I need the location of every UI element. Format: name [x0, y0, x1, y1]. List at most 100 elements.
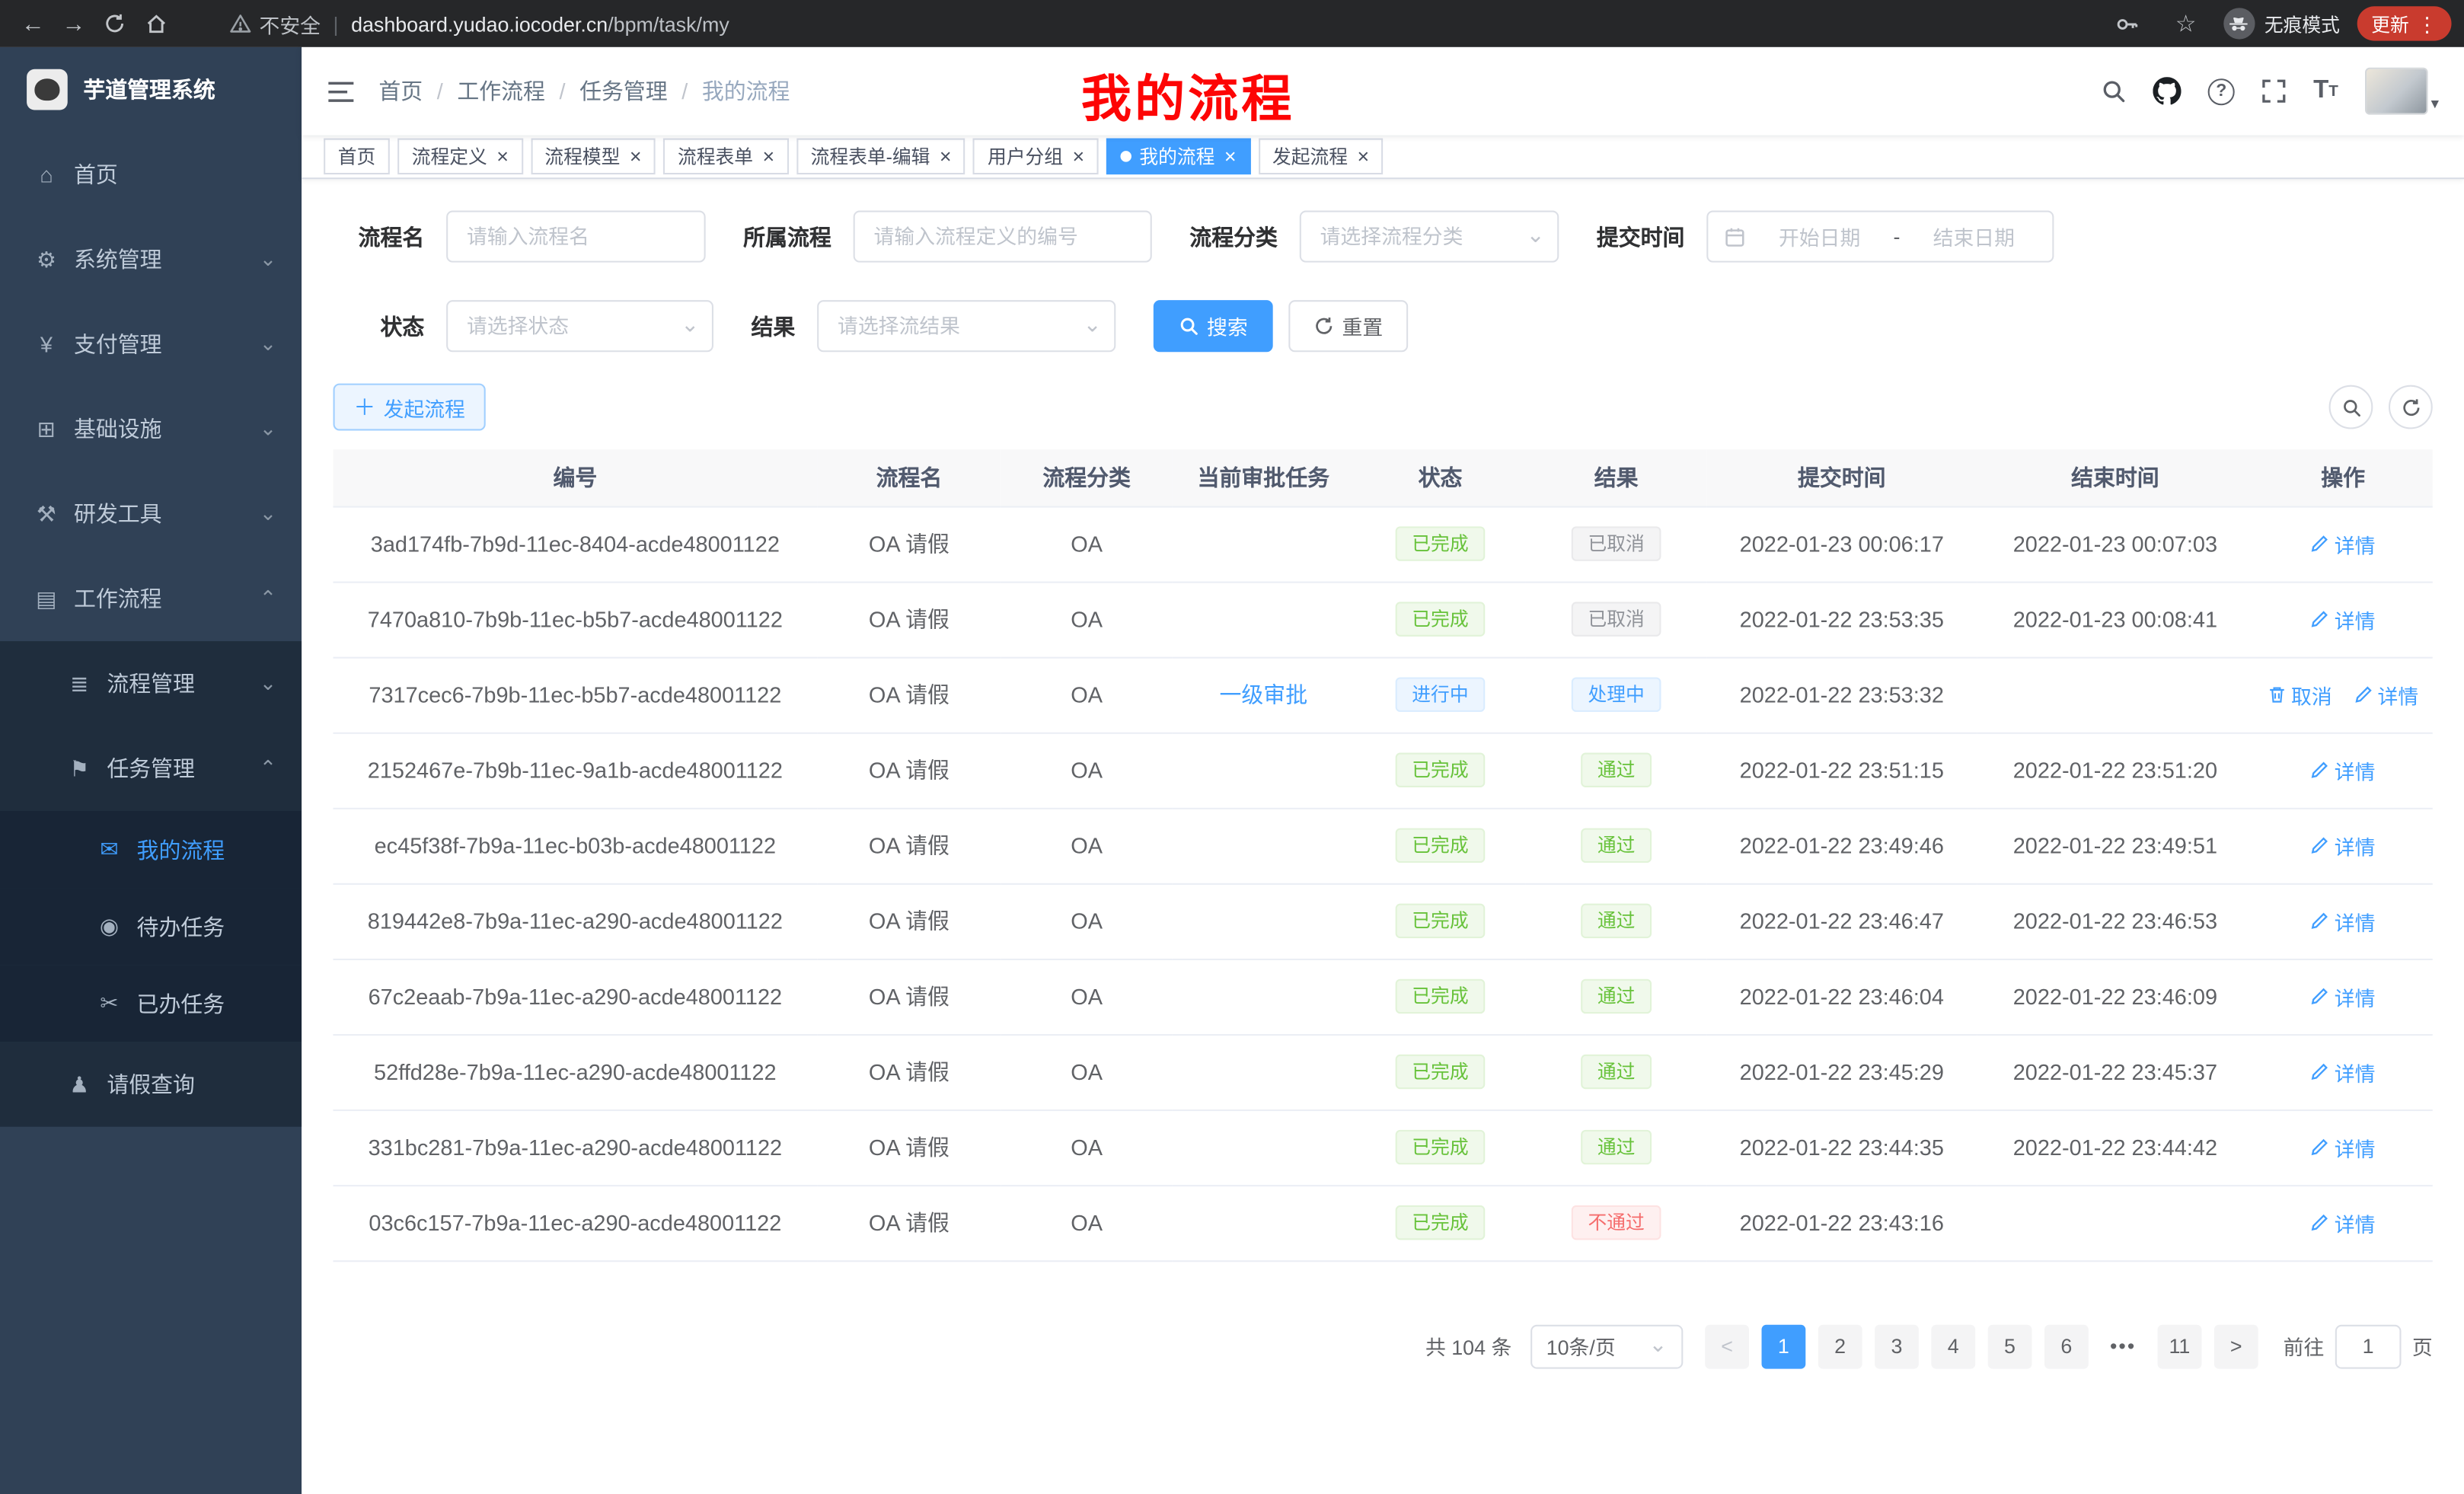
cell-submit-time: 2022-01-22 23:51:15: [1706, 733, 1977, 808]
process-def-input[interactable]: [854, 211, 1152, 263]
process-name-input[interactable]: [446, 211, 706, 263]
back-icon[interactable]: ←: [13, 5, 54, 43]
tab-3[interactable]: 流程模型×: [531, 139, 656, 174]
security-status[interactable]: 不安全: [229, 8, 321, 38]
reload-icon[interactable]: [94, 5, 136, 43]
breadcrumb-item[interactable]: 工作流程: [457, 75, 545, 107]
sidebar-item-11[interactable]: ✂已办任务: [0, 965, 302, 1042]
close-icon[interactable]: ×: [1357, 146, 1369, 167]
cancel-link[interactable]: 取消: [2268, 680, 2332, 710]
tab-5[interactable]: 流程表单-编辑×: [796, 139, 965, 174]
main-area: 首页/工作流程/任务管理/我的流程 ? TT: [302, 47, 2464, 1494]
search-button[interactable]: 搜索: [1154, 300, 1273, 352]
tab-2[interactable]: 流程定义×: [397, 139, 522, 174]
result-select[interactable]: [817, 300, 1116, 352]
breadcrumb-item[interactable]: 我的流程: [702, 75, 790, 107]
sidebar-item-3[interactable]: ¥支付管理⌄: [0, 302, 302, 386]
font-size-icon[interactable]: TT: [2313, 77, 2338, 105]
detail-link[interactable]: 详情: [2354, 680, 2419, 710]
sidebar-item-5[interactable]: ⚒研发工具⌄: [0, 471, 302, 556]
sidebar-item-label: 系统管理: [74, 244, 162, 275]
app-logo[interactable]: 芋道管理系统: [0, 47, 302, 132]
breadcrumb-item[interactable]: 任务管理: [579, 75, 668, 107]
pagination-page-2[interactable]: 2: [1818, 1324, 1862, 1368]
tab-4[interactable]: 流程表单×: [663, 139, 788, 174]
user-menu[interactable]: ▾: [2365, 68, 2439, 115]
current-task-link[interactable]: 一级审批: [1220, 682, 1308, 707]
pagination-page-1[interactable]: 1: [1761, 1324, 1805, 1368]
detail-link[interactable]: 详情: [2311, 906, 2376, 936]
sidebar-item-4[interactable]: ⊞基础设施⌄: [0, 387, 302, 471]
fullscreen-icon[interactable]: [2261, 78, 2287, 104]
breadcrumb-item[interactable]: 首页: [378, 75, 423, 107]
pagination-page-5[interactable]: 5: [1988, 1324, 2032, 1368]
status-select[interactable]: [446, 300, 713, 352]
search-icon[interactable]: [2101, 78, 2126, 104]
hamburger-icon[interactable]: [327, 79, 355, 103]
cell-category: OA: [1001, 1109, 1173, 1185]
sidebar-item-2[interactable]: ⚙系统管理⌄: [0, 217, 302, 302]
menu-dots-icon[interactable]: ⋮: [2417, 14, 2437, 34]
cell-process-id: 3ad174fb-7b9d-11ec-8404-acde48001122: [334, 506, 818, 582]
sidebar-item-7[interactable]: ≣流程管理⌄: [0, 641, 302, 726]
tab-6[interactable]: 用户分组×: [973, 139, 1098, 174]
jump-page-input[interactable]: [2335, 1324, 2402, 1368]
address-bar[interactable]: 不安全 | dashboard.yudao.iocoder.cn/bpm/tas…: [192, 8, 2092, 38]
filter-submit-time: 提交时间 开始日期 - 结束日期: [1597, 211, 2054, 263]
close-icon[interactable]: ×: [630, 146, 642, 167]
sidebar-item-12[interactable]: ♟请假查询: [0, 1042, 302, 1126]
sidebar-item-6[interactable]: ▤工作流程⌃: [0, 557, 302, 641]
bookmark-star-icon[interactable]: ☆: [2166, 5, 2207, 43]
pagination-ellipsis[interactable]: •••: [2101, 1324, 2145, 1368]
category-select[interactable]: [1300, 211, 1559, 263]
close-icon[interactable]: ×: [496, 146, 509, 167]
pagination-page-4[interactable]: 4: [1931, 1324, 1975, 1368]
pagination-page-6[interactable]: 6: [2044, 1324, 2089, 1368]
pagination-page-3[interactable]: 3: [1875, 1324, 1919, 1368]
detail-link[interactable]: 详情: [2311, 755, 2376, 785]
close-icon[interactable]: ×: [1072, 146, 1084, 167]
tab-1[interactable]: 首页: [324, 139, 390, 174]
incognito-profile[interactable]: 无痕模式: [2223, 8, 2340, 39]
url-host: dashboard.yudao.iocoder.cn: [351, 11, 608, 35]
github-icon[interactable]: [2153, 77, 2182, 105]
cell-process-name: OA 请假: [817, 1185, 1001, 1260]
refresh-table-button[interactable]: [2389, 385, 2433, 429]
close-icon[interactable]: ×: [762, 146, 774, 167]
key-icon[interactable]: [2107, 5, 2148, 43]
sidebar-item-10[interactable]: ◉待办任务: [0, 888, 302, 965]
reset-button[interactable]: 重置: [1288, 300, 1408, 352]
detail-link[interactable]: 详情: [2311, 831, 2376, 860]
cell-current-task: [1173, 582, 1355, 657]
detail-link[interactable]: 详情: [2311, 982, 2376, 1011]
close-icon[interactable]: ×: [1224, 146, 1237, 167]
next-page-button[interactable]: >: [2214, 1324, 2258, 1368]
filter-category: 流程分类 ⌄: [1189, 211, 1559, 263]
detail-link[interactable]: 详情: [2311, 1132, 2376, 1162]
sidebar-item-9[interactable]: ✉我的流程: [0, 811, 302, 888]
pagination: 共 104 条 10条/页 ⌄ <123456•••11> 前往 页: [334, 1324, 2433, 1406]
prev-page-button[interactable]: <: [1705, 1324, 1749, 1368]
create-process-button[interactable]: ＋ 发起流程: [334, 384, 486, 431]
update-button[interactable]: 更新 ⋮: [2357, 6, 2452, 40]
toggle-search-button[interactable]: [2329, 385, 2373, 429]
sidebar-item-1[interactable]: ⌂首页: [0, 132, 302, 216]
cell-status: 已完成: [1355, 883, 1526, 959]
detail-link[interactable]: 详情: [2311, 1208, 2376, 1237]
help-icon[interactable]: ?: [2208, 78, 2235, 104]
detail-link[interactable]: 详情: [2311, 1057, 2376, 1087]
sidebar-item-8[interactable]: ⚑任务管理⌃: [0, 726, 302, 810]
close-icon[interactable]: ×: [940, 146, 952, 167]
date-range-picker[interactable]: 开始日期 - 结束日期: [1706, 211, 2054, 263]
cell-status: 已完成: [1355, 808, 1526, 883]
cell-status: 已完成: [1355, 1034, 1526, 1109]
page-size-select[interactable]: 10条/页 ⌄: [1530, 1324, 1683, 1368]
tab-7[interactable]: 我的流程×: [1106, 139, 1250, 174]
pagination-page-11[interactable]: 11: [2158, 1324, 2202, 1368]
tab-8[interactable]: 发起流程×: [1258, 139, 1383, 174]
detail-link[interactable]: 详情: [2311, 528, 2376, 558]
home-icon[interactable]: [135, 5, 176, 43]
cell-category: OA: [1001, 808, 1173, 883]
detail-link[interactable]: 详情: [2311, 605, 2376, 634]
forward-icon[interactable]: →: [53, 5, 94, 43]
